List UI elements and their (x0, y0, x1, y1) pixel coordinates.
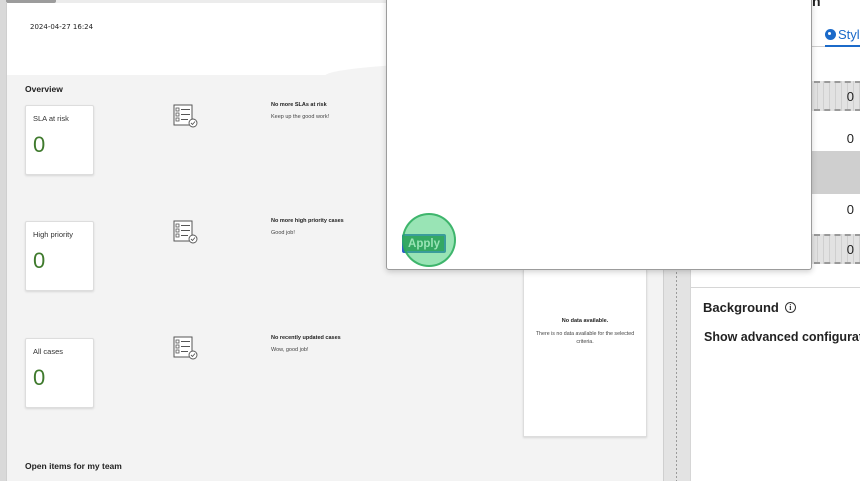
popup-dialog: Apply (386, 0, 812, 270)
property-value: 0 (846, 201, 854, 217)
empty-message-title: No more SLAs at risk (271, 102, 327, 108)
show-advanced-configuration-link[interactable]: Show advanced configurati (704, 330, 860, 344)
property-value: 0 (846, 241, 854, 257)
empty-message-subtitle: Keep up the good work! (271, 114, 330, 120)
info-icon[interactable]: i (784, 302, 796, 313)
empty-message-subtitle: Good job! (271, 230, 295, 236)
panel-title: n (812, 0, 821, 9)
stat-card-value: 0 (33, 248, 46, 273)
overview-title: Overview (25, 84, 63, 94)
empty-message-sla: No more SLAs at risk Keep up the good wo… (271, 102, 329, 120)
empty-message-title: No more high priority cases (271, 218, 344, 224)
checklist-icon (173, 336, 198, 360)
empty-message-high-priority: No more high priority cases Good job! (271, 218, 344, 236)
stat-card-value: 0 (33, 365, 46, 390)
dashboard-timestamp: 2024-04-27 16:24 (30, 23, 94, 31)
checklist-icon (173, 220, 198, 244)
checklist-icon (173, 104, 198, 128)
open-items-title: Open items for my team (25, 461, 122, 471)
tab-style-label: Style (838, 27, 860, 42)
background-section: Background i (703, 300, 796, 315)
tab-style[interactable]: Style (825, 21, 860, 47)
empty-message-subtitle: Wow, good job! (271, 347, 309, 353)
no-data-subtitle: There is no data available for the selec… (535, 331, 635, 345)
no-data-title: No data available. (561, 318, 609, 324)
stat-card-sla-at-risk[interactable]: SLA at risk 0 (25, 105, 94, 175)
stat-card-high-priority[interactable]: High priority 0 (25, 221, 94, 291)
no-data-card: No data available. There is no data avai… (523, 269, 647, 437)
property-value: 0 (846, 88, 854, 104)
stat-card-label: All cases (33, 347, 64, 356)
apply-button[interactable]: Apply (402, 234, 446, 253)
background-label: Background (703, 300, 779, 315)
property-value: 0 (846, 130, 854, 146)
stat-card-label: SLA at risk (33, 114, 69, 123)
stat-card-all-cases[interactable]: All cases 0 (25, 338, 94, 408)
stat-card-value: 0 (33, 132, 46, 157)
empty-message-title: No recently updated cases (271, 335, 341, 341)
empty-message-all-cases: No recently updated cases Wow, good job! (271, 335, 341, 353)
panel-divider (691, 287, 860, 288)
palette-icon (825, 29, 836, 40)
stat-card-label: High priority (33, 230, 74, 239)
